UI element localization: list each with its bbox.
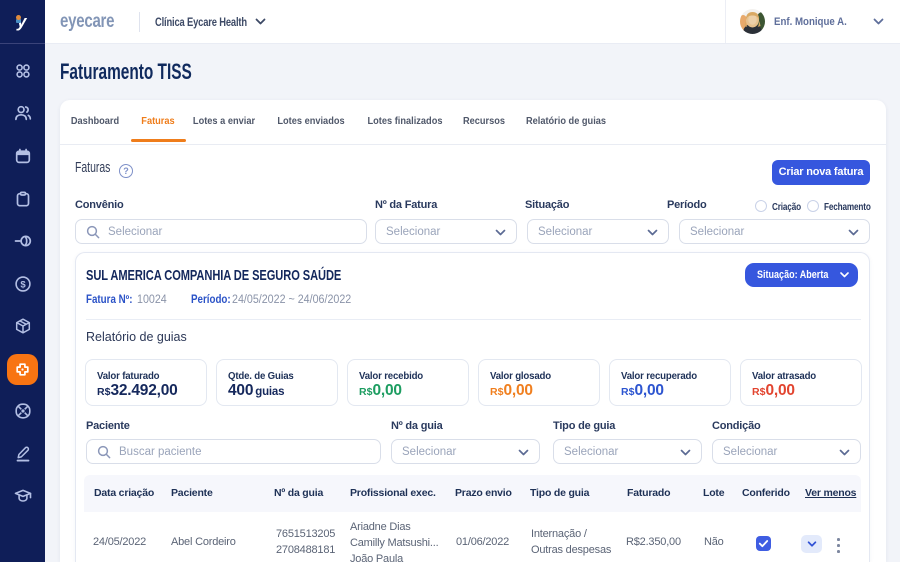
- svg-text:$: $: [20, 279, 26, 290]
